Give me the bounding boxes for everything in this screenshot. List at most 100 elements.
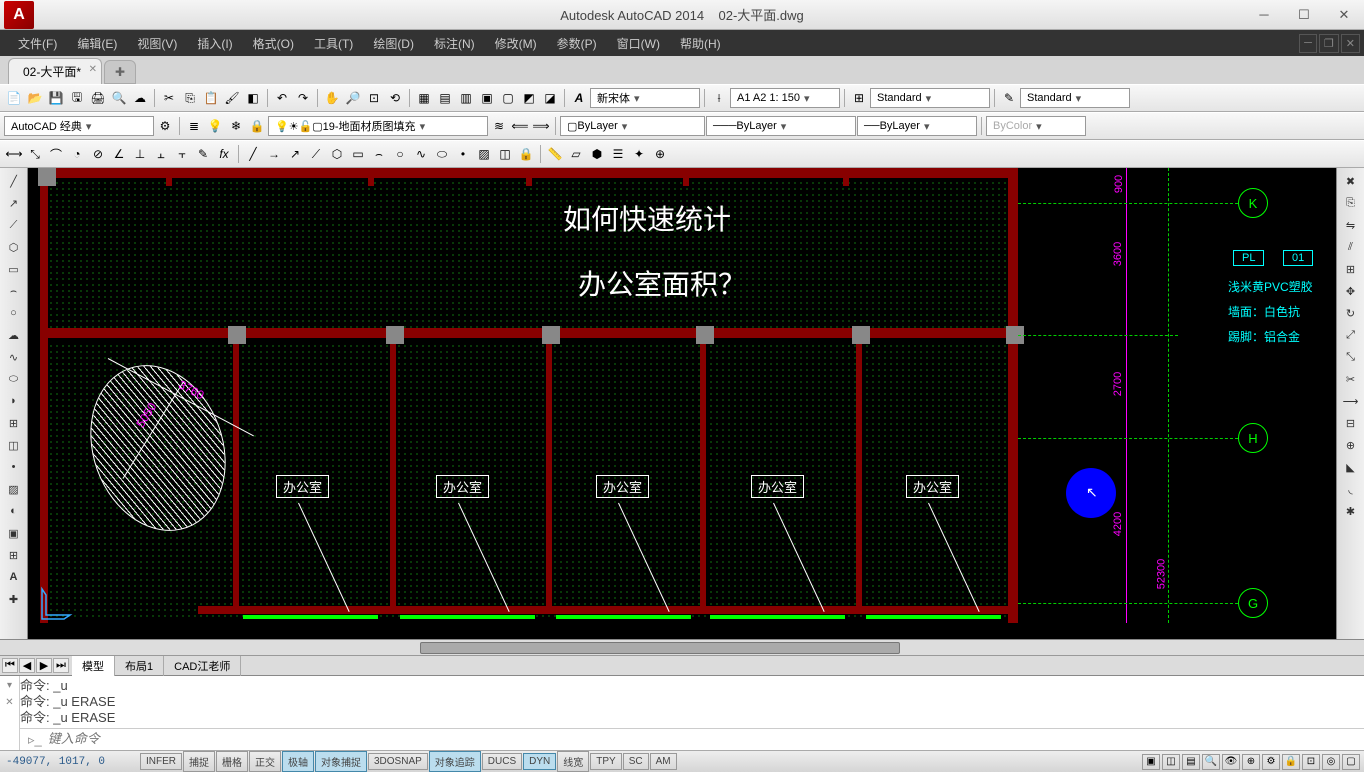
close-button[interactable]: ✕ <box>1324 2 1364 27</box>
menu-draw[interactable]: 绘图(D) <box>363 31 424 56</box>
scrollbar-thumb[interactable] <box>420 642 900 654</box>
layer-freeze-icon[interactable]: ❄ <box>226 116 246 136</box>
tab-teacher[interactable]: CAD江老师 <box>164 656 241 676</box>
dc-icon[interactable]: ▢ <box>498 88 518 108</box>
layer-prev-icon[interactable]: ⟸ <box>510 116 530 136</box>
text-style-icon[interactable]: A <box>569 88 589 108</box>
plot-icon[interactable]: 🖨 <box>88 88 108 108</box>
addsel-tool-icon[interactable]: ✚ <box>4 590 24 608</box>
zoom-icon[interactable]: 🔎 <box>343 88 363 108</box>
zoom-prev-icon[interactable]: ⟲ <box>385 88 405 108</box>
layer-state-icon[interactable]: 💡 <box>205 116 225 136</box>
menu-insert[interactable]: 插入(I) <box>187 31 242 56</box>
pline-tool-icon[interactable]: ⟋ <box>4 216 24 234</box>
qselect-icon[interactable]: ◪ <box>540 88 560 108</box>
layer-props-icon[interactable]: ≣ <box>184 116 204 136</box>
scale-icon[interactable]: ⤢ <box>1341 326 1361 344</box>
workspace-select[interactable]: AutoCAD 经典 <box>4 116 154 136</box>
explode-icon[interactable]: ✱ <box>1341 502 1361 520</box>
qview-icon[interactable]: ◫ <box>1162 754 1180 770</box>
qview-layouts-icon[interactable]: ▤ <box>1182 754 1200 770</box>
new-tab-button[interactable]: ✚ <box>104 60 136 84</box>
spline-tool-icon[interactable]: ∿ <box>4 348 24 366</box>
dim-cont-icon[interactable]: ⫟ <box>172 144 192 164</box>
paste-icon[interactable]: 📋 <box>201 88 221 108</box>
save-icon[interactable]: 💾 <box>46 88 66 108</box>
ellipse-icon[interactable]: ⬭ <box>432 144 452 164</box>
chamfer-icon[interactable]: ◣ <box>1341 458 1361 476</box>
table-tool-icon[interactable]: ⊞ <box>4 546 24 564</box>
color-select[interactable]: ▢ ByLayer <box>560 116 705 136</box>
tab-next-icon[interactable]: ▶ <box>36 658 52 673</box>
clean-screen-icon[interactable]: ▢ <box>1342 754 1360 770</box>
drawing-canvas[interactable]: 5050 3760 如何快速统计 办公室面积？ 办公室 办公室 办公室 办公室 … <box>28 168 1336 639</box>
sheet-icon[interactable]: ▤ <box>435 88 455 108</box>
menu-help[interactable]: 帮助(H) <box>670 31 731 56</box>
markup-icon[interactable]: ◩ <box>519 88 539 108</box>
menu-view[interactable]: 视图(V) <box>127 31 187 56</box>
tab-last-icon[interactable]: ⏭ <box>53 658 69 673</box>
mleader-icon[interactable]: ✎ <box>999 88 1019 108</box>
toggle-am[interactable]: AM <box>650 753 677 770</box>
move-icon[interactable]: ✥ <box>1341 282 1361 300</box>
tab-first-icon[interactable]: ⏮ <box>2 658 18 673</box>
menu-format[interactable]: 格式(O) <box>243 31 304 56</box>
dim-linear-icon[interactable]: ⟷ <box>4 144 24 164</box>
dim-arc-icon[interactable]: ⌒ <box>46 144 66 164</box>
toggle-grid[interactable]: 栅格 <box>216 751 248 772</box>
toggle-lwt[interactable]: 线宽 <box>557 751 589 772</box>
document-tab[interactable]: 02-大平面* ✕ <box>8 58 102 84</box>
arc-tool-icon[interactable]: ⌢ <box>4 282 24 300</box>
toggle-ducs[interactable]: DUCS <box>482 753 522 770</box>
lock-ui-icon[interactable]: 🔒 <box>1282 754 1300 770</box>
mtext-tool-icon[interactable]: A <box>4 568 24 586</box>
cmd-close-icon[interactable]: ✕ <box>5 697 13 708</box>
horizontal-scrollbar[interactable] <box>0 639 1364 655</box>
toggle-snap[interactable]: 捕捉 <box>183 751 215 772</box>
dim-dia-icon[interactable]: ⊘ <box>88 144 108 164</box>
match-icon[interactable]: 🖌 <box>222 88 242 108</box>
toggle-tpy[interactable]: TPY <box>590 753 621 770</box>
gradient-tool-icon[interactable]: ◐ <box>4 502 24 520</box>
insert-block-icon[interactable]: ⊞ <box>4 414 24 432</box>
saveas-icon[interactable]: 🖫 <box>67 88 87 108</box>
xline-icon[interactable]: ↗ <box>285 144 305 164</box>
tab-close-icon[interactable]: ✕ <box>89 64 97 75</box>
new-icon[interactable]: 📄 <box>4 88 24 108</box>
child-close-icon[interactable]: ✕ <box>1341 34 1360 53</box>
toggle-ortho[interactable]: 正交 <box>249 751 281 772</box>
trim-icon[interactable]: ✂ <box>1341 370 1361 388</box>
dimstyle-select[interactable]: A1 A2 1: 150 <box>730 88 840 108</box>
tool-palette-icon[interactable]: ▥ <box>456 88 476 108</box>
linetype-select[interactable]: ─── ByLayer <box>706 116 856 136</box>
child-restore-icon[interactable]: ❐ <box>1319 34 1339 53</box>
menu-file[interactable]: 文件(F) <box>8 31 67 56</box>
ellipse-tool-icon[interactable]: ⬭ <box>4 370 24 388</box>
dim-ord-icon[interactable]: ⊥ <box>130 144 150 164</box>
open-icon[interactable]: 📂 <box>25 88 45 108</box>
block-icon[interactable]: ◧ <box>243 88 263 108</box>
dim-aligned-icon[interactable]: ⤡ <box>25 144 45 164</box>
erase-icon[interactable]: ✖ <box>1341 172 1361 190</box>
area-icon[interactable]: ▱ <box>566 144 586 164</box>
ray-icon[interactable]: → <box>264 144 284 164</box>
id-icon[interactable]: ✦ <box>629 144 649 164</box>
dim-radius-icon[interactable]: ◔ <box>67 144 87 164</box>
toggle-infer[interactable]: INFER <box>140 753 182 770</box>
join-icon[interactable]: ⊕ <box>1341 436 1361 454</box>
pline-icon[interactable]: ⟋ <box>306 144 326 164</box>
list-icon[interactable]: ☰ <box>608 144 628 164</box>
region-tool-icon[interactable]: ▣ <box>4 524 24 542</box>
spline-icon[interactable]: ∿ <box>411 144 431 164</box>
hardware-accel-icon[interactable]: ⊡ <box>1302 754 1320 770</box>
rect-tool-icon[interactable]: ▭ <box>4 260 24 278</box>
break-icon[interactable]: ⊟ <box>1341 414 1361 432</box>
command-input[interactable] <box>48 732 1356 747</box>
preview-icon[interactable]: 🔍 <box>109 88 129 108</box>
xline-tool-icon[interactable]: ↗ <box>4 194 24 212</box>
isolate-icon[interactable]: ◎ <box>1322 754 1340 770</box>
line-icon[interactable]: ╱ <box>243 144 263 164</box>
arc-icon[interactable]: ⌢ <box>369 144 389 164</box>
toggle-sc[interactable]: SC <box>623 753 649 770</box>
cmd-recent-icon[interactable]: ▾ <box>7 680 12 691</box>
